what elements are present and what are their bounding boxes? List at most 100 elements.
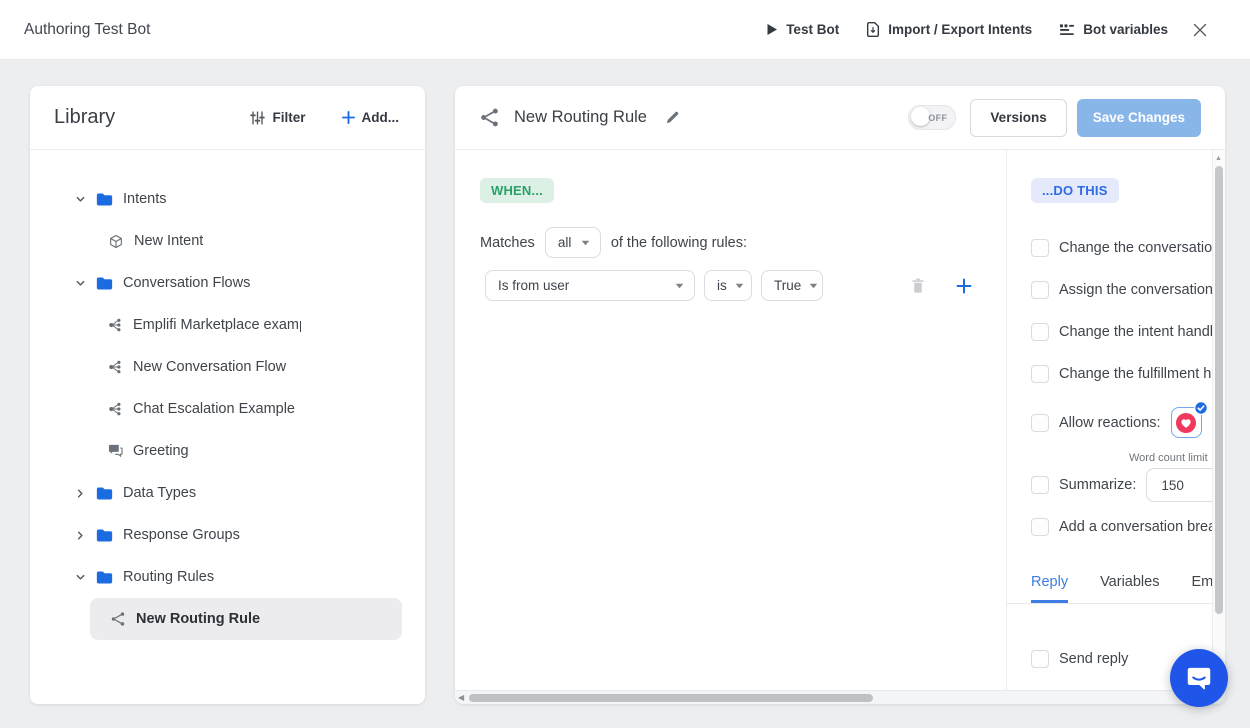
when-section: WHEN... Matches all of the following rul… (455, 150, 1007, 691)
tab-reply[interactable]: Reply (1031, 574, 1068, 603)
option-summarize[interactable]: Summarize: 150 (1031, 468, 1212, 502)
do-this-badge: ...DO THIS (1031, 178, 1119, 203)
option-label: Assign the conversation to (1059, 282, 1212, 298)
routing-rule-icon (479, 107, 500, 128)
option-label: Add a conversation break (1059, 519, 1212, 535)
rule-value-select[interactable]: True (761, 270, 823, 301)
tab-variables[interactable]: Variables (1100, 574, 1159, 603)
import-export-intents-button[interactable]: Import / Export Intents (866, 21, 1032, 38)
tree-item-label: New Conversation Flow (133, 359, 286, 375)
chevron-down-icon[interactable] (75, 572, 86, 583)
vertical-scrollbar[interactable]: ▲ (1212, 150, 1225, 691)
filter-button[interactable]: Filter (250, 110, 305, 125)
tree-item-data-types[interactable]: Data Types (30, 472, 425, 514)
folder-icon (96, 192, 113, 207)
summarize-checkbox[interactable] (1031, 476, 1049, 494)
matches-row: Matches all of the following rules: (480, 227, 982, 258)
add-label: Add... (362, 110, 400, 125)
option-label: Change the fulfillment handler (1059, 366, 1212, 382)
rule-value: True (774, 278, 801, 293)
matches-prefix: Matches (480, 235, 535, 251)
when-badge: WHEN... (480, 178, 554, 203)
scroll-left-icon[interactable]: ◀ (458, 693, 464, 702)
chat-launcher-button[interactable] (1170, 649, 1228, 707)
assign-the-conversation-to-checkbox[interactable] (1031, 281, 1049, 299)
chevron-right-icon[interactable] (75, 488, 86, 499)
option-label: Change the conversation status (1059, 240, 1212, 256)
bot-variables-label: Bot variables (1083, 22, 1168, 37)
tree-item-emplifi-marketplace-example[interactable]: Emplifi Marketplace example (30, 304, 425, 346)
rule-enabled-toggle[interactable]: OFF (908, 105, 956, 130)
change-the-conversation-status-checkbox[interactable] (1031, 239, 1049, 257)
option-allow-reactions[interactable]: Allow reactions: (1031, 407, 1212, 438)
rule-operator-value: is (717, 278, 727, 293)
change-the-fulfillment-handler-checkbox[interactable] (1031, 365, 1049, 383)
tree-item-intents[interactable]: Intents (30, 178, 425, 220)
tree-item-conversation-flows[interactable]: Conversation Flows (30, 262, 425, 304)
add-button[interactable]: Add... (342, 110, 400, 125)
test-bot-button[interactable]: Test Bot (766, 22, 839, 37)
save-changes-button[interactable]: Save Changes (1077, 99, 1201, 137)
option-label: Summarize: (1059, 477, 1136, 493)
add-a-conversation-break-checkbox[interactable] (1031, 518, 1049, 536)
intent-icon (108, 233, 124, 250)
chat-bubble-icon (1184, 663, 1214, 693)
chevron-down-icon (675, 283, 684, 289)
chevron-down-icon[interactable] (75, 194, 86, 205)
rule-field-value: Is from user (498, 278, 569, 293)
tree-item-new-conversation-flow[interactable]: New Conversation Flow (30, 346, 425, 388)
versions-button[interactable]: Versions (970, 99, 1066, 137)
add-rule-icon[interactable] (956, 278, 972, 294)
tree-item-chat-escalation-example[interactable]: Chat Escalation Example (30, 388, 425, 430)
send-reply-option[interactable]: Send reply (1031, 650, 1128, 668)
option-add-a-conversation-break[interactable]: Add a conversation break (1031, 518, 1212, 536)
vertical-scrollbar-thumb[interactable] (1215, 166, 1223, 614)
tree-item-greeting[interactable]: Greeting (30, 430, 425, 472)
option-assign-the-conversation-to[interactable]: Assign the conversation to (1031, 281, 1212, 299)
rule-field-select[interactable]: Is from user (485, 270, 695, 301)
allow-reactions-checkbox[interactable] (1031, 414, 1049, 432)
matches-select[interactable]: all (545, 227, 601, 258)
toggle-state-label: OFF (928, 113, 947, 123)
summarize-block: Word count limitSummarize:150 (1031, 452, 1212, 502)
tree-item-label: Routing Rules (123, 569, 214, 585)
chevron-down-icon[interactable] (75, 278, 86, 289)
word-count-input[interactable]: 150 (1146, 468, 1212, 502)
bot-variables-button[interactable]: Bot variables (1059, 22, 1168, 37)
horizontal-scrollbar-thumb[interactable] (469, 694, 873, 702)
topbar-actions: Test Bot Import / Export Intents Bot varia… (766, 21, 1168, 38)
option-change-the-intent-handler[interactable]: Change the intent handler (1031, 323, 1212, 341)
tree-item-new-intent[interactable]: New Intent (30, 220, 425, 262)
scroll-up-icon[interactable]: ▲ (1215, 155, 1222, 162)
tree-item-label: New Intent (134, 233, 203, 249)
rule-row: Is from user is True (485, 270, 982, 301)
tree-item-response-groups[interactable]: Response Groups (30, 514, 425, 556)
tree-item-new-routing-rule[interactable]: New Routing Rule (90, 598, 402, 640)
send-reply-label: Send reply (1059, 651, 1128, 667)
heart-reaction-icon (1176, 413, 1196, 433)
heart-reaction-button[interactable] (1171, 407, 1202, 438)
send-reply-checkbox[interactable] (1031, 650, 1049, 668)
option-change-the-fulfillment-handler[interactable]: Change the fulfillment handler (1031, 365, 1212, 383)
flow-icon (108, 401, 123, 417)
pencil-icon[interactable] (665, 110, 680, 125)
rule-operator-select[interactable]: is (704, 270, 752, 301)
rule-title: New Routing Rule (514, 108, 647, 127)
check-badge-icon (1194, 401, 1208, 415)
option-change-the-conversation-status[interactable]: Change the conversation status (1031, 239, 1212, 257)
delete-rule-icon[interactable] (911, 278, 925, 294)
bot-variables-icon (1059, 23, 1075, 37)
tree-item-label: Intents (123, 191, 167, 207)
greeting-icon (108, 444, 123, 458)
chevron-down-icon (809, 283, 818, 289)
close-icon[interactable] (1192, 22, 1208, 38)
folder-icon (96, 276, 113, 291)
chevron-down-icon (735, 283, 744, 289)
chevron-right-icon[interactable] (75, 530, 86, 541)
filter-icon (250, 111, 265, 125)
horizontal-scrollbar[interactable]: ◀ (455, 690, 1225, 704)
tab-email[interactable]: Email (1191, 574, 1212, 603)
change-the-intent-handler-checkbox[interactable] (1031, 323, 1049, 341)
tree-item-routing-rules[interactable]: Routing Rules (30, 556, 425, 598)
library-header: Library Filter Add... (30, 86, 425, 150)
